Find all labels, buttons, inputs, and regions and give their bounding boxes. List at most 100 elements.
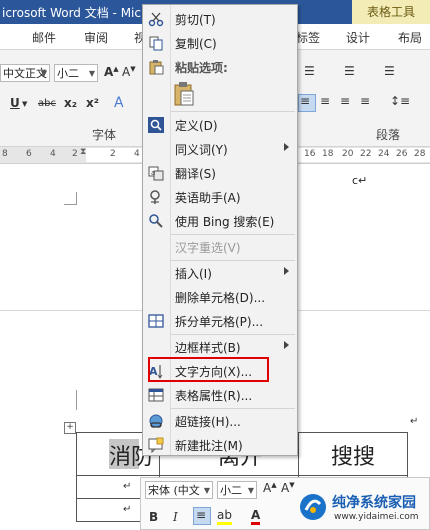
submenu-arrow-icon [284, 143, 289, 151]
watermark: 纯净系统家园 www.yidaimei.com [298, 490, 428, 526]
menu-item-label: 插入(I) [175, 267, 212, 281]
keep-text-only-paste-icon[interactable] [173, 81, 197, 107]
font-name-combo[interactable]: 中文正文 ▼ [0, 64, 50, 82]
menu-separator [171, 111, 295, 112]
ruler-number: 16 [304, 149, 316, 159]
menu-item-label: 粘贴选项: [175, 61, 228, 75]
paste-icon [148, 59, 164, 75]
strikethrough-button[interactable]: abc [38, 98, 56, 109]
table-properties-icon [148, 387, 164, 403]
tab-layout[interactable]: 布局 [398, 29, 422, 46]
menu-item-label: 同义词(Y) [175, 143, 228, 157]
menu-item-label: 拆分单元格(P)... [175, 315, 264, 329]
highlight-box [148, 357, 269, 382]
menu-item-insert[interactable]: 插入(I) [143, 261, 297, 285]
cursor-text: c↵ [352, 174, 368, 187]
tab-design[interactable]: 设计 [346, 29, 370, 46]
tab-mailings[interactable]: 邮件 [32, 29, 56, 46]
submenu-arrow-icon [284, 267, 289, 275]
paragraph-mark: ↵ [410, 416, 419, 427]
font-group-label: 字体 [92, 128, 117, 142]
table-tools-label: 表格工具 [366, 5, 415, 19]
tab-review[interactable]: 审阅 [84, 29, 108, 46]
line-spacing-icon[interactable]: ↕≡ [390, 94, 410, 108]
font-size-combo[interactable]: 小二 ▼ [54, 64, 98, 82]
scissors-icon [148, 11, 164, 27]
page-corner-mark [64, 390, 77, 410]
menu-item-synonyms[interactable]: 同义词(Y) [143, 137, 297, 161]
assistant-icon [148, 189, 164, 205]
submenu-arrow-icon [284, 341, 289, 349]
grow-font-icon[interactable]: A▲ [263, 481, 277, 495]
menu-item-label: 英语助手(A) [175, 191, 241, 205]
ruler-number: 24 [378, 149, 390, 159]
chevron-down-icon: ▼ [247, 486, 254, 495]
menu-item-copy[interactable]: 复制(C) [143, 31, 297, 55]
align-left-icon: ≡ [300, 94, 311, 108]
menu-item-delete-cells[interactable]: 删除单元格(D)... [143, 285, 297, 309]
paragraph-group-label: 段落 [376, 128, 401, 142]
ruler-number: 2 [110, 149, 116, 159]
bold-button[interactable]: B [149, 510, 158, 524]
menu-item-cut[interactable]: 剪切(T) [143, 7, 297, 31]
italic-button[interactable]: I [173, 510, 178, 524]
watermark-logo-icon [300, 494, 326, 520]
menu-item-label: 新建批注(M) [175, 439, 243, 453]
chevron-down-icon: ▼ [203, 486, 210, 495]
font-size-value: 小二 [57, 67, 79, 80]
shrink-font-icon[interactable]: A▼ [122, 65, 136, 79]
chevron-down-icon: ▼ [88, 69, 95, 78]
menu-item-reconvert: 汉字重选(V) [143, 235, 297, 259]
bullets-icon[interactable]: ☰ [304, 64, 315, 78]
justify-icon[interactable]: ≡ [360, 94, 370, 108]
indent-marker-icon[interactable]: ⧗ [80, 147, 86, 157]
menu-item-bing-search[interactable]: 使用 Bing 搜索(E) [143, 209, 297, 233]
bing-search-icon [148, 213, 164, 229]
menu-item-english-assistant[interactable]: 英语助手(A) [143, 185, 297, 209]
multilevel-list-icon[interactable]: ☰ [384, 64, 395, 78]
page-corner-mark [64, 192, 77, 205]
watermark-title: 纯净系统家园 [332, 495, 416, 511]
ruler-number: 18 [322, 149, 334, 159]
table-move-handle[interactable]: + [64, 422, 76, 434]
menu-item-hyperlink[interactable]: 超链接(H)... [143, 409, 297, 433]
ruler-number: 4 [50, 149, 56, 159]
new-comment-icon [148, 437, 164, 454]
copy-icon [148, 35, 164, 51]
font-color-button[interactable]: A [251, 508, 261, 525]
superscript-button[interactable]: x² [86, 96, 99, 110]
menu-item-border-styles[interactable]: 边框样式(B) [143, 335, 297, 359]
table-cell[interactable]: 搜搜 [298, 432, 408, 476]
subscript-button[interactable]: x₂ [64, 96, 77, 110]
numbering-icon[interactable]: ☰ [344, 64, 355, 78]
menu-item-table-properties[interactable]: 表格属性(R)... [143, 383, 297, 407]
menu-item-new-comment[interactable]: 新建批注(M) [143, 433, 297, 457]
menu-item-translate[interactable]: a 翻译(S) [143, 161, 297, 185]
align-right-icon[interactable]: ≡ [340, 94, 350, 108]
menu-item-label: 翻译(S) [175, 167, 216, 181]
grow-font-icon[interactable]: A▲ [104, 65, 119, 79]
chevron-down-icon[interactable]: ▼ [22, 100, 27, 108]
text-effects-icon[interactable]: A [114, 95, 124, 111]
paragraph-mark: ↵ [123, 481, 132, 492]
menu-item-label: 剪切(T) [175, 13, 216, 27]
menu-item-define[interactable]: 定义(D) [143, 113, 297, 137]
menu-item-paste-options: 粘贴选项: [143, 55, 297, 79]
shrink-font-icon[interactable]: A▼ [281, 481, 295, 495]
watermark-url: www.yidaimei.com [334, 512, 419, 522]
ruler-number: 28 [414, 149, 426, 159]
mini-font-name-combo[interactable]: 宋体 (中文 ▼ [145, 481, 213, 499]
ruler-number: 6 [26, 149, 32, 159]
highlight-color-icon[interactable]: ab [217, 508, 232, 525]
menu-item-split-cells[interactable]: 拆分单元格(P)... [143, 309, 297, 333]
menu-item-label: 超链接(H)... [175, 415, 241, 429]
underline-button[interactable]: U [10, 96, 20, 110]
ruler-number: 26 [396, 149, 408, 159]
mini-font-size-combo[interactable]: 小二 ▼ [217, 481, 257, 499]
table-tools-header: 表格工具 [352, 0, 430, 24]
align-center-icon[interactable]: ≡ [320, 94, 330, 108]
ruler-number: 4 [134, 149, 140, 159]
tab-tags[interactable]: 标签 [296, 29, 320, 46]
mini-font-size-value: 小二 [220, 484, 242, 497]
chevron-down-icon: ▼ [40, 69, 47, 78]
